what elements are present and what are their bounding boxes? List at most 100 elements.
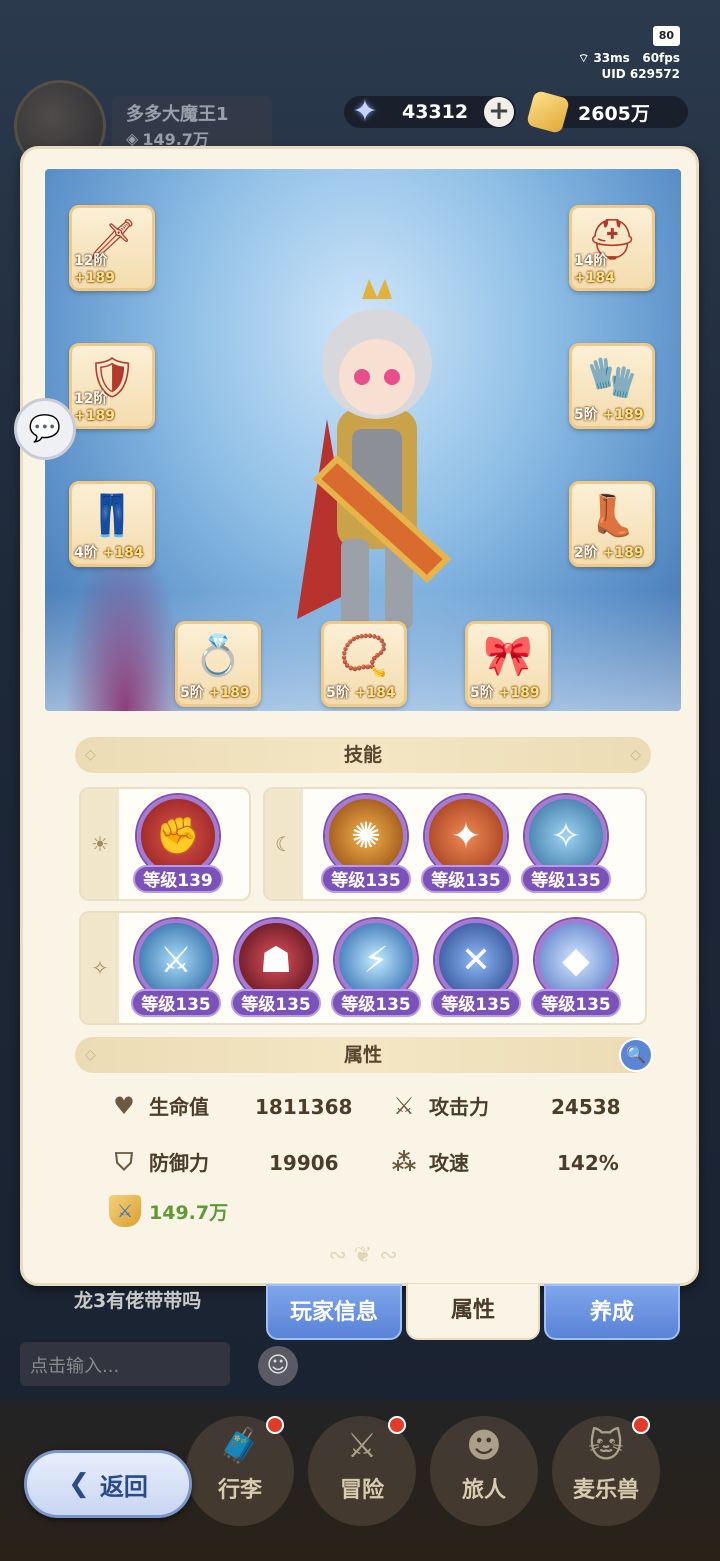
equip-bonus: +184 [354,685,396,701]
skills-title: 技能 [343,744,382,766]
star-skill-group: ✧ ⚔ 等级135 ☗ 等级135 ⚡ 等级135 ✕ 等级135 ◆ 等级13… [79,911,647,1025]
chat-input[interactable]: 点击输入... [20,1342,230,1386]
equip-tier: 5阶 [326,685,350,701]
crossed-swords-icon: ⚔ [346,1426,378,1466]
battery-indicator: 80 [652,26,680,46]
sun-icon: ☀ [81,789,119,899]
tab-develop[interactable]: 养成 [544,1284,680,1340]
status-bar: 80 ⌔ 33ms 60fps UID 629572 [578,26,680,82]
wifi-icon: ⌔ [577,51,590,65]
combat-power-value: 149.7万 [149,1201,229,1224]
spd-value: 142% [557,1151,619,1175]
skill-slot[interactable]: ⚔ 等级135 [131,917,221,1027]
nav-bag[interactable]: 🧳 行李 [186,1416,294,1526]
skill-slot[interactable]: ✺ 等级135 [321,793,411,903]
equip-slot-armor[interactable]: 🛡 12阶 +189 [69,343,155,429]
sun-skill-group: ☀ ✊ 等级139 [79,787,251,901]
skill-slot[interactable]: ⚡ 等级135 [331,917,421,1027]
chat-bubble-button[interactable]: 💬 [14,398,76,460]
skill-slot[interactable]: ✦ 等级135 [421,793,511,903]
equip-tier: 4阶 [74,545,98,561]
necklace-icon: 📿 [339,633,389,679]
atk-label: 攻击力 [429,1095,489,1119]
gloves-icon: 🧤 [587,355,637,401]
equip-slot-pants[interactable]: 👖 4阶 +184 [69,481,155,567]
moon-icon: ☾ [265,789,303,899]
skill-slot[interactable]: ◆ 等级135 [531,917,621,1027]
equip-slot-helmet[interactable]: ⛑ 14阶 +184 [569,205,655,291]
nav-traveler[interactable]: ☻ 旅人 [430,1416,538,1526]
skill-level: 等级135 [131,989,221,1017]
hp-value: 1811368 [255,1095,353,1119]
emoji-icon[interactable]: ☺ [258,1346,298,1386]
equip-bonus: +189 [498,685,540,701]
character-scene: 🗡 12阶 +189 🛡 12阶 +189 👖 4阶 +184 ⛑ 14阶 +1… [45,169,681,711]
character-panel: 🗡 12阶 +189 🛡 12阶 +189 👖 4阶 +184 ⛑ 14阶 +1… [20,146,699,1286]
nav-adventure-label: 冒险 [339,1478,384,1503]
skill-slot[interactable]: ✕ 等级135 [431,917,521,1027]
nav-pet-label: 麦乐兽 [572,1478,639,1503]
back-button[interactable]: ❮ 返回 [24,1450,192,1518]
equip-bonus: +184 [102,545,144,561]
attributes-title: 属性 [343,1044,382,1066]
skill-level: 等级135 [431,989,521,1017]
equip-bonus: +189 [208,685,250,701]
power-icon: ◈ [126,128,139,148]
heart-icon: ♥ [113,1091,135,1120]
nav-adventure[interactable]: ⚔ 冒险 [308,1416,416,1526]
search-icon[interactable]: 🔍 [619,1038,653,1072]
equip-tier: 14阶 [574,253,608,269]
pants-icon: 👖 [87,493,137,539]
skills-header: ◇ 技能 ◇ [75,737,651,773]
ring-icon: 💍 [193,633,243,679]
moon-skill-group: ☾ ✺ 等级135 ✦ 等级135 ✧ 等级135 [263,787,647,901]
diamond-icon: ◇ [85,747,96,763]
star-crystal-icon: ✦ [352,93,378,129]
boots-icon: 👢 [587,493,637,539]
skill-level: 等级135 [421,865,511,893]
tab-player-info[interactable]: 玩家信息 [266,1284,402,1340]
hp-label: 生命值 [149,1095,209,1119]
equip-slot-boots[interactable]: 👢 2阶 +189 [569,481,655,567]
attributes-header: ◇ 属性 🔍 [75,1037,653,1073]
skill-slot[interactable]: ✧ 等级135 [521,793,611,903]
skill-slot[interactable]: ☗ 等级135 [231,917,321,1027]
equip-bonus: +184 [574,270,615,286]
diamond-icon: ◇ [630,747,641,763]
pet-icon: 🐱 [588,1426,624,1466]
skill-level: 等级135 [531,989,621,1017]
equip-bonus: +189 [74,270,115,286]
bag-icon: 🧳 [218,1426,262,1466]
shield-icon: ⛉ [115,1147,133,1176]
player-card[interactable]: 多多大魔王1 ◈ 149.7万 [112,96,272,149]
skill-level: 等级135 [521,865,611,893]
uid-label: UID [601,67,626,81]
equip-slot-weapon[interactable]: 🗡 12阶 +189 [69,205,155,291]
atk-label-row: ⚔ 攻击力 [389,1091,489,1120]
skill-level: 等级135 [321,865,411,893]
equip-bonus: +189 [74,408,115,424]
def-label-row: ⛉ 防御力 [109,1147,209,1176]
speed-icon: ⁂ [391,1147,417,1176]
hp-label-row: ♥ 生命值 [109,1091,209,1120]
spd-label-row: ⁂ 攻速 [389,1147,469,1176]
star-currency: ✦ 43312 + [344,94,516,129]
equip-slot-necklace[interactable]: 📿 5阶 +184 [321,621,407,707]
equip-slot-ring[interactable]: 💍 5阶 +189 [175,621,261,707]
back-label: 返回 [99,1472,148,1501]
nav-pet[interactable]: 🐱 麦乐兽 [552,1416,660,1526]
skill-slot[interactable]: ✊ 等级139 [133,793,223,903]
gold-currency: 2605万 [525,89,688,135]
equip-tier: 5阶 [180,685,204,701]
equip-tier: 5阶 [574,407,598,423]
equip-slot-gloves[interactable]: 🧤 5阶 +189 [569,343,655,429]
def-value: 19906 [269,1151,339,1175]
atk-value: 24538 [551,1095,621,1119]
tab-attributes[interactable]: 属性 [406,1284,540,1340]
add-stars-button[interactable]: + [484,97,514,127]
hero-character[interactable] [277,259,467,659]
skill-level: 等级139 [133,865,223,893]
star-amount: 43312 [402,101,469,123]
equip-slot-charm[interactable]: 🎀 5阶 +189 [465,621,551,707]
nav-traveler-label: 旅人 [461,1478,506,1503]
